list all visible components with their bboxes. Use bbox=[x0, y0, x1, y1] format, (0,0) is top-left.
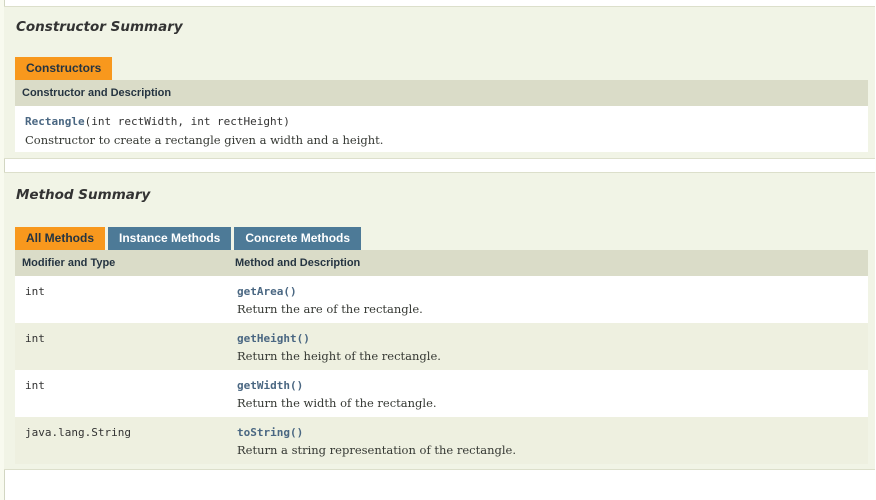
method-link-getwidth[interactable]: getWidth bbox=[237, 379, 290, 392]
method-description: Return the height of the rectangle. bbox=[237, 349, 441, 363]
method-description: Return a string representation of the re… bbox=[237, 443, 516, 457]
constructor-table-header: Constructor and Description bbox=[15, 80, 868, 106]
method-signature: getHeight() bbox=[237, 332, 310, 345]
method-signature: toString() bbox=[237, 426, 303, 439]
constructor-params: (int rectWidth, int rectHeight) bbox=[84, 115, 290, 128]
method-link-getarea[interactable]: getArea bbox=[237, 285, 283, 298]
table-row: java.lang.String toString() Return a str… bbox=[15, 417, 868, 464]
method-params: () bbox=[283, 285, 297, 298]
tab-instance-methods[interactable]: Instance Methods bbox=[108, 227, 232, 250]
method-summary-section: Method Summary All Methods Instance Meth… bbox=[4, 172, 875, 470]
method-signature: getArea() bbox=[237, 285, 297, 298]
method-return-type: int bbox=[25, 285, 45, 298]
table-row: int getWidth() Return the width of the r… bbox=[15, 370, 868, 417]
constructor-table: Constructor and Description Rectangle(in… bbox=[15, 80, 868, 152]
table-row: int getHeight() Return the height of the… bbox=[15, 323, 868, 370]
method-link-tostring[interactable]: toString bbox=[237, 426, 290, 439]
table-row: Rectangle(int rectWidth, int rectHeight)… bbox=[15, 106, 868, 152]
method-params: () bbox=[289, 426, 304, 439]
header-constructor-description: Constructor and Description bbox=[22, 87, 172, 99]
method-return-type: int bbox=[25, 332, 45, 345]
tab-concrete-methods[interactable]: Concrete Methods bbox=[234, 227, 362, 250]
method-description: Return the are of the rectangle. bbox=[237, 302, 423, 316]
constructor-summary-section: Constructor Summary Constructors Constru… bbox=[4, 6, 875, 159]
constructor-description: Constructor to create a rectangle given … bbox=[25, 133, 384, 147]
method-summary-title: Method Summary bbox=[16, 187, 151, 203]
method-return-type: int bbox=[25, 379, 45, 392]
tab-constructors[interactable]: Constructors bbox=[15, 57, 113, 80]
method-table: Modifier and Type Method and Description… bbox=[15, 250, 868, 464]
method-params: () bbox=[289, 379, 304, 392]
constructor-summary-title: Constructor Summary bbox=[16, 19, 183, 35]
header-modifier-type: Modifier and Type bbox=[22, 257, 116, 269]
constructor-link-rectangle[interactable]: Rectangle bbox=[25, 115, 85, 128]
constructor-signature: Rectangle(int rectWidth, int rectHeight) bbox=[25, 115, 290, 128]
method-signature: getWidth() bbox=[237, 379, 303, 392]
tab-all-methods[interactable]: All Methods bbox=[15, 227, 105, 250]
method-link-getheight[interactable]: getHeight bbox=[237, 332, 297, 345]
header-method-description: Method and Description bbox=[235, 257, 361, 269]
table-row: int getArea() Return the are of the rect… bbox=[15, 276, 868, 323]
method-return-type: java.lang.String bbox=[25, 426, 131, 439]
method-params: () bbox=[296, 332, 310, 345]
constructor-tabbar: Constructors bbox=[15, 57, 113, 80]
method-table-header: Modifier and Type Method and Description bbox=[15, 250, 868, 276]
method-tabbar: All Methods Instance Methods Concrete Me… bbox=[15, 227, 362, 250]
method-description: Return the width of the rectangle. bbox=[237, 396, 437, 410]
